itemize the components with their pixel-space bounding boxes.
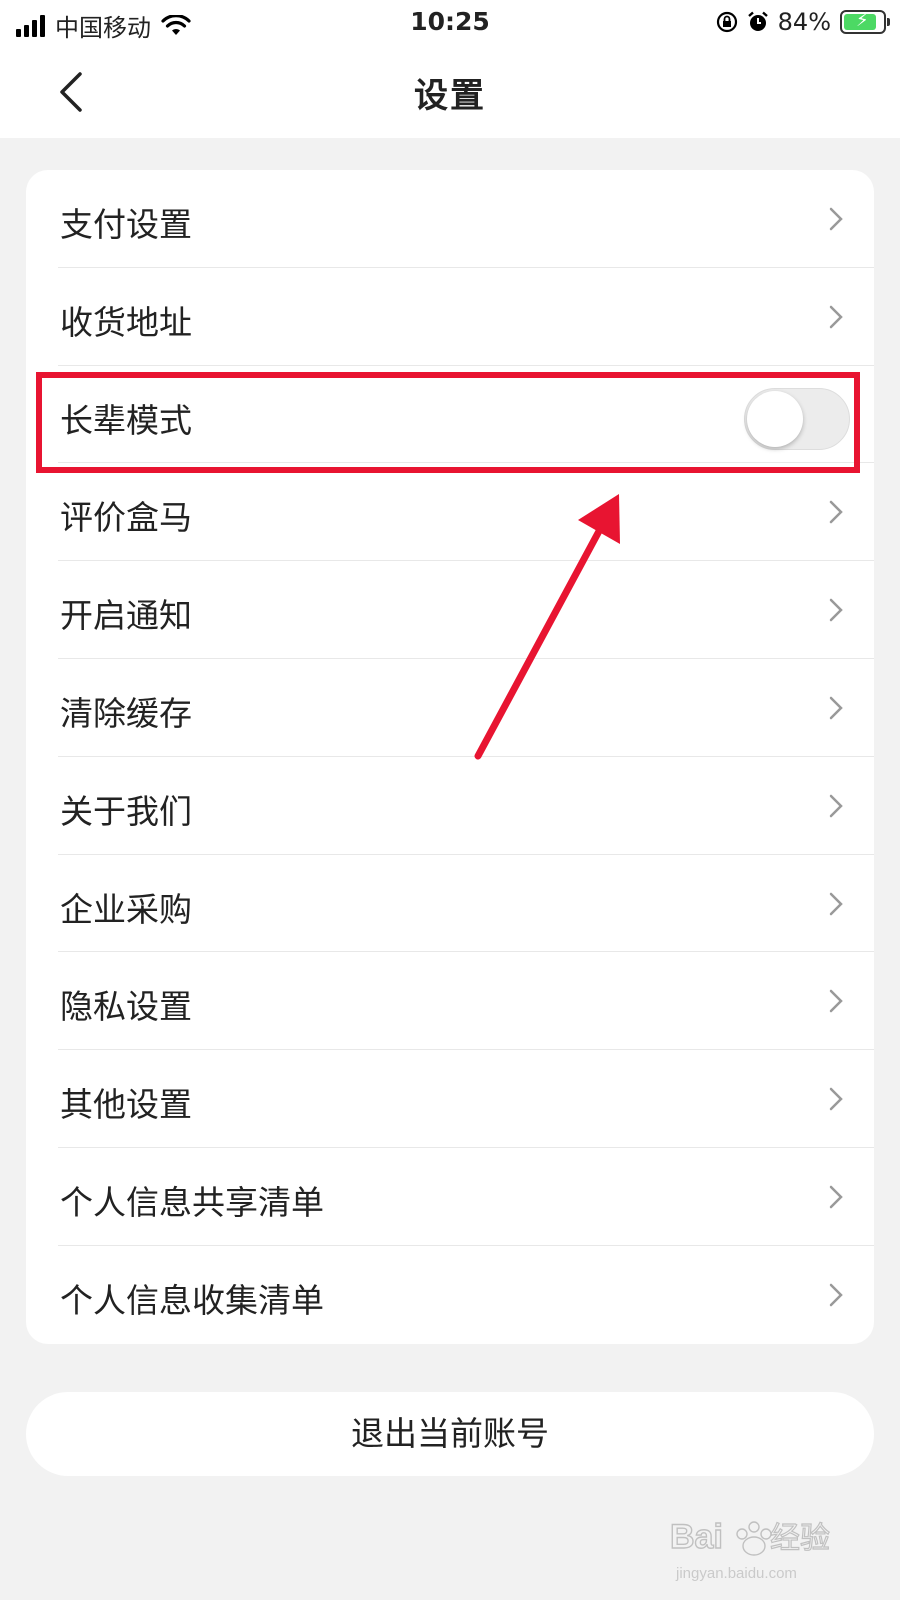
chevron-right-icon [829, 1185, 843, 1209]
settings-item-info-collection[interactable]: 个人信息收集清单 [26, 1246, 874, 1344]
baidu-watermark: Bai 经验 jingyan.baidu.com [669, 1500, 840, 1590]
chevron-right-icon [829, 1087, 843, 1111]
settings-list: 支付设置 收货地址 长辈模式 评价盒马 开启通知 清除缓存 关于我们 企业采购 [26, 170, 874, 1344]
chevron-right-icon [829, 794, 843, 818]
logout-button[interactable]: 退出当前账号 [26, 1392, 874, 1476]
settings-item-label: 个人信息共享清单 [60, 1182, 324, 1222]
chevron-right-icon [829, 1283, 843, 1307]
settings-item-label: 关于我们 [60, 791, 192, 831]
watermark-url: jingyan.baidu.com [675, 1565, 797, 1582]
settings-item-label: 隐私设置 [60, 987, 192, 1027]
chevron-right-icon [829, 207, 843, 231]
watermark-logo-text: Bai [670, 1518, 723, 1556]
chevron-right-icon [829, 501, 843, 524]
settings-item-other[interactable]: 其他设置 [26, 1050, 874, 1148]
nav-bar: 设置 [0, 46, 900, 138]
settings-item-label: 清除缓存 [60, 693, 192, 733]
chevron-right-icon [829, 696, 843, 720]
alarm-icon [747, 11, 768, 31]
settings-item-label: 个人信息收集清单 [60, 1280, 324, 1320]
status-bar: 中国移动 10:25 84% ⚡ [0, 0, 900, 46]
settings-item-payment[interactable]: 支付设置 [26, 170, 874, 268]
battery-percent: 84% [777, 8, 831, 36]
settings-item-enterprise[interactable]: 企业采购 [26, 855, 874, 953]
chevron-right-icon [829, 598, 843, 622]
settings-item-label: 评价盒马 [60, 498, 192, 538]
settings-item-label: 开启通知 [60, 596, 192, 636]
settings-item-label: 其他设置 [60, 1085, 192, 1125]
toggle-knob [747, 390, 803, 447]
settings-item-label: 长辈模式 [60, 400, 192, 440]
settings-item-about[interactable]: 关于我们 [26, 757, 874, 855]
settings-item-notifications[interactable]: 开启通知 [26, 561, 874, 659]
settings-item-rate[interactable]: 评价盒马 [26, 463, 874, 562]
settings-item-label: 企业采购 [60, 889, 192, 929]
settings-item-privacy[interactable]: 隐私设置 [26, 952, 874, 1051]
svg-text:经验: 经验 [770, 1522, 830, 1555]
orientation-lock-icon [716, 11, 737, 33]
elder-mode-toggle[interactable] [744, 387, 850, 450]
settings-item-info-sharing[interactable]: 个人信息共享清单 [26, 1148, 874, 1246]
battery-icon: ⚡ [840, 10, 890, 34]
page-title: 设置 [414, 76, 486, 116]
settings-item-label: 支付设置 [60, 205, 192, 244]
settings-item-label: 收货地址 [60, 302, 192, 342]
status-right: 84% ⚡ [716, 8, 890, 36]
settings-item-elder-mode: 长辈模式 [26, 366, 874, 464]
settings-item-address[interactable]: 收货地址 [26, 268, 874, 366]
chevron-right-icon [829, 990, 843, 1013]
settings-item-clear-cache[interactable]: 清除缓存 [26, 659, 874, 757]
chevron-right-icon [829, 305, 843, 329]
chevron-right-icon [829, 892, 843, 915]
